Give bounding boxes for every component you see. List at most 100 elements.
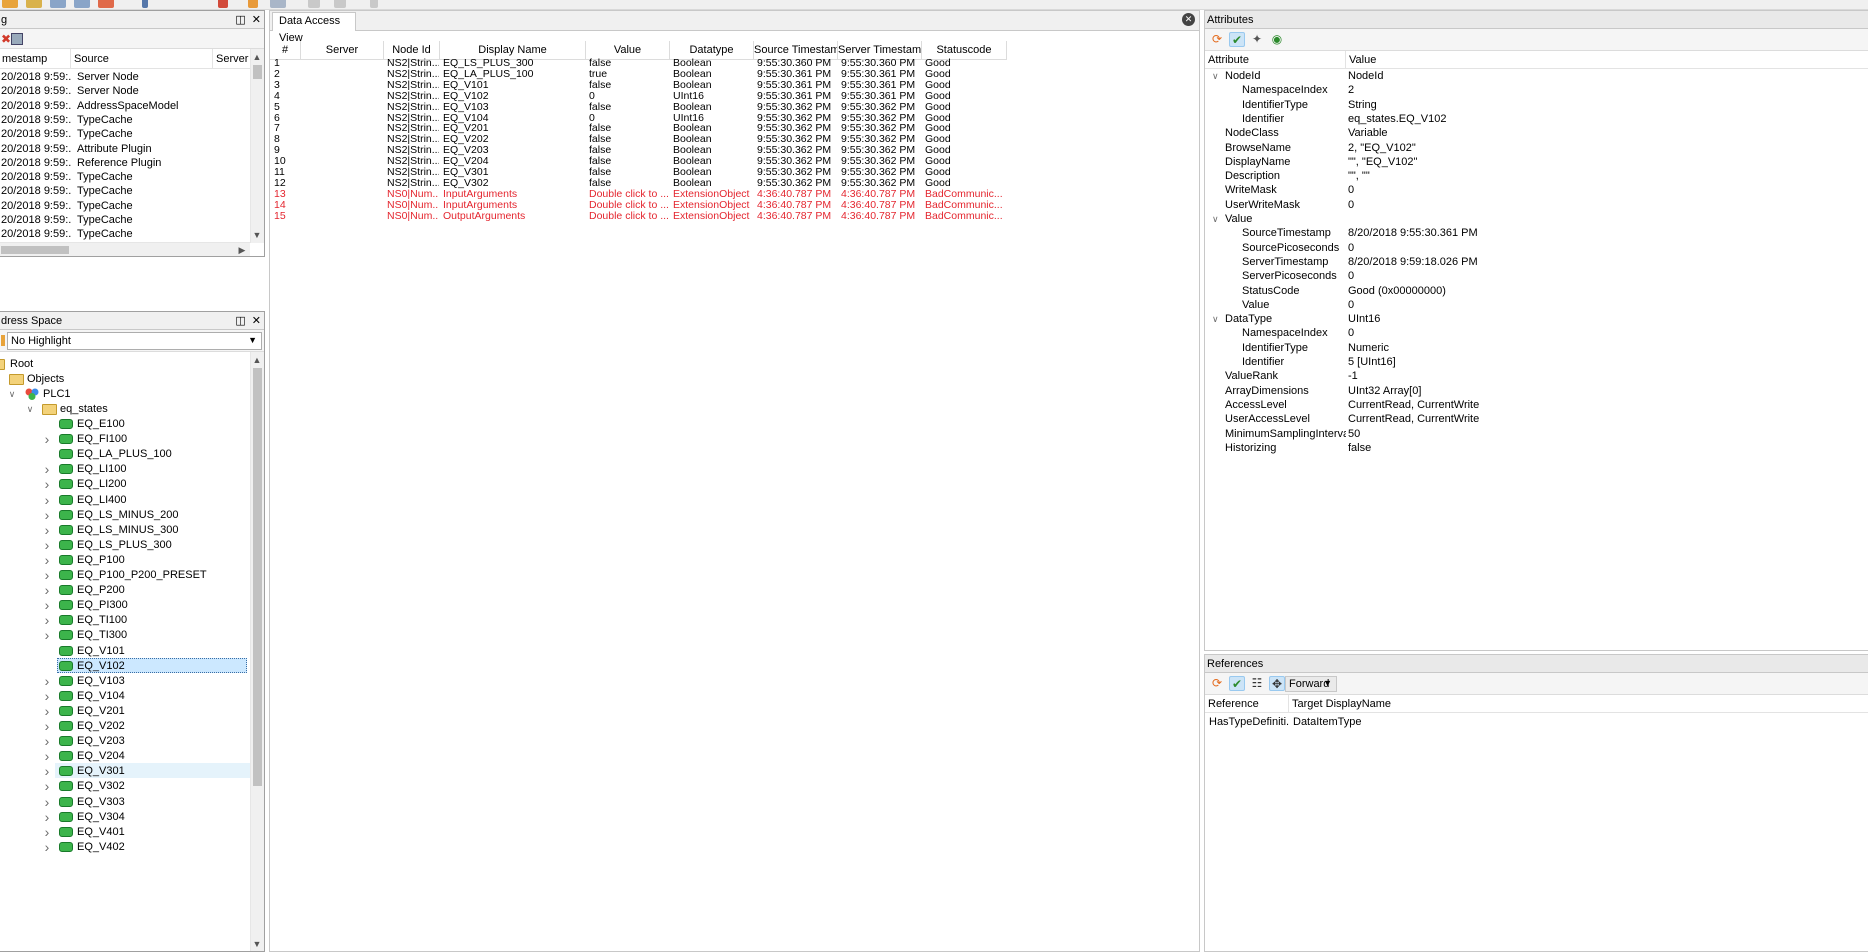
document-icon[interactable] (308, 0, 320, 8)
connect-icon[interactable] (2, 0, 18, 8)
save-log-icon[interactable] (11, 33, 23, 45)
attribute-row[interactable]: Identifier eq_states.EQ_V102 (1205, 112, 1868, 126)
column-header[interactable]: Server (301, 41, 384, 59)
chevron-down-icon[interactable]: ∨ (6, 385, 18, 403)
log-row[interactable]: 20/2018 9:59:... Server Node (0, 84, 251, 98)
column-header[interactable]: Target DisplayName (1289, 695, 1489, 713)
column-header[interactable]: Value (1346, 51, 1646, 69)
attribute-row[interactable]: ValueRank -1 (1205, 369, 1868, 383)
log-row[interactable]: 20/2018 9:59:... TypeCache (0, 199, 251, 213)
highlight-select[interactable]: No Highlight ▼ (7, 332, 262, 350)
float-icon[interactable]: ◫ (235, 315, 245, 327)
edit-icon[interactable] (26, 0, 42, 8)
log-row[interactable]: 20/2018 9:59:... TypeCache (0, 213, 251, 227)
chevron-right-icon[interactable]: › (41, 838, 53, 856)
document-icon[interactable] (334, 0, 346, 8)
data-row[interactable]: 3 NS2|Strin... EQ_V101 false Boolean 9:55:30.… (270, 80, 1007, 91)
data-row[interactable]: 13 NS0|Num... InputArguments Double click t… (270, 189, 1007, 200)
log-row[interactable]: 20/2018 9:59:... Server Node (0, 70, 251, 84)
attribute-row[interactable]: SourcePicoseconds 0 (1205, 241, 1868, 255)
column-header[interactable]: Statuscode (922, 41, 1007, 59)
tab-data-access-view[interactable]: Data Access View (272, 12, 356, 44)
column-header[interactable]: Source (71, 49, 213, 69)
attribute-row[interactable]: StatusCode Good (0x00000000) (1205, 284, 1868, 298)
attribute-row[interactable]: DisplayName "", "EQ_V102" (1205, 155, 1868, 169)
cursor-icon[interactable]: ✦ (1249, 32, 1265, 47)
clear-log-icon[interactable]: ✖ (1, 32, 11, 46)
chevron-down-icon[interactable]: ▼ (1323, 678, 1332, 688)
data-row[interactable]: 11 NS2|Strin... EQ_V301 false Boolean 9:55:30… (270, 167, 1007, 178)
log-row[interactable]: 20/2018 9:59:... Attribute Plugin (0, 142, 251, 156)
record-icon[interactable] (98, 0, 114, 8)
log-hscrollbar[interactable]: ▶ (0, 242, 250, 256)
refresh-icon[interactable]: ⟳ (1209, 32, 1225, 47)
data-row[interactable]: 9 NS2|Strin... EQ_V203 false Boolean 9:55:30.… (270, 145, 1007, 156)
column-header[interactable]: mestamp (0, 49, 71, 69)
log-vscrollbar[interactable]: ▲ ▼ (250, 49, 264, 243)
attribute-row[interactable]: WriteMask 0 (1205, 183, 1868, 197)
attribute-row[interactable]: AccessLevel CurrentRead, CurrentWrite (1205, 398, 1868, 412)
scroll-down-icon[interactable]: ▼ (251, 229, 263, 241)
attribute-row[interactable]: SourceTimestamp 8/20/2018 9:55:30.361 PM (1205, 226, 1868, 240)
close-icon[interactable] (218, 0, 228, 8)
data-row[interactable]: 7 NS2|Strin... EQ_V201 false Boolean 9:55:30.… (270, 123, 1007, 134)
data-row[interactable]: 10 NS2|Strin... EQ_V204 false Boolean 9:55:30… (270, 156, 1007, 167)
close-icon[interactable]: ✕ (252, 315, 261, 327)
scroll-thumb[interactable] (253, 368, 262, 786)
direction-select[interactable]: Forward ▼ (1285, 676, 1337, 692)
log-row[interactable]: 20/2018 9:59:... TypeCache (0, 127, 251, 141)
scroll-thumb[interactable] (1, 246, 69, 254)
tree-node[interactable]: › EQ_V402 (0, 838, 251, 856)
log-row[interactable]: 20/2018 9:59:... TypeCache (0, 170, 251, 184)
reference-row[interactable]: HasTypeDefiniti... DataItemType (1205, 715, 1868, 729)
attribute-row[interactable]: Description "", "" (1205, 169, 1868, 183)
column-header[interactable]: # (270, 41, 301, 59)
attribute-row[interactable]: UserWriteMask 0 (1205, 198, 1868, 212)
column-header[interactable]: Display Name (440, 41, 586, 59)
column-header[interactable]: Server (213, 49, 253, 69)
column-header[interactable]: Reference (1205, 695, 1289, 713)
scroll-thumb[interactable] (253, 65, 262, 79)
tree-vscrollbar[interactable]: ▲ ▼ (250, 352, 264, 951)
float-icon[interactable]: ◫ (235, 14, 245, 26)
data-row[interactable]: 1 NS2|Strin... EQ_LS_PLUS_300 false Boolean 9… (270, 58, 1007, 69)
attribute-row[interactable]: IdentifierType String (1205, 98, 1868, 112)
scroll-right-icon[interactable]: ▶ (236, 244, 248, 256)
attribute-row[interactable]: ArrayDimensions UInt32 Array[0] (1205, 384, 1868, 398)
check-icon[interactable]: ✔ (1229, 32, 1245, 47)
data-row[interactable]: 12 NS2|Strin... EQ_V302 false Boolean 9:55:30… (270, 178, 1007, 189)
attribute-row[interactable]: ∨ NodeId NodeId (1205, 69, 1868, 83)
attribute-row[interactable]: ServerTimestamp 8/20/2018 9:59:18.026 PM (1205, 255, 1868, 269)
scroll-up-icon[interactable]: ▲ (251, 51, 263, 63)
scroll-up-icon[interactable]: ▲ (251, 354, 263, 366)
chevron-down-icon[interactable]: ∨ (1212, 212, 1219, 226)
attribute-row[interactable]: NamespaceIndex 2 (1205, 83, 1868, 97)
attribute-row[interactable]: MinimumSamplingInterval 50 (1205, 427, 1868, 441)
log-row[interactable]: 20/2018 9:59:... TypeCache (0, 113, 251, 127)
document-icon[interactable] (50, 0, 66, 8)
attribute-row[interactable]: Value 0 (1205, 298, 1868, 312)
log-row[interactable]: 20/2018 9:59:... TypeCache (0, 184, 251, 198)
move-icon[interactable]: ✥ (1269, 676, 1285, 691)
attribute-row[interactable]: NamespaceIndex 0 (1205, 326, 1868, 340)
chevron-down-icon[interactable]: ▼ (248, 335, 257, 345)
column-header[interactable]: Datatype (670, 41, 754, 59)
close-icon[interactable]: ✕ (252, 14, 261, 26)
data-row[interactable]: 6 NS2|Strin... EQ_V104 0 UInt16 9:55:30.362 P… (270, 113, 1007, 124)
tool-icon[interactable] (248, 0, 258, 8)
attribute-row[interactable]: ServerPicoseconds 0 (1205, 269, 1868, 283)
attribute-row[interactable]: ∨ Value (1205, 212, 1868, 226)
scroll-down-icon[interactable]: ▼ (251, 938, 263, 950)
check-icon[interactable]: ✔ (1229, 676, 1245, 691)
data-row[interactable]: 4 NS2|Strin... EQ_V102 0 UInt16 9:55:30.361 P… (270, 91, 1007, 102)
data-row[interactable]: 15 NS0|Num... OutputArguments Double click … (270, 211, 1007, 222)
chevron-down-icon[interactable]: ∨ (1212, 312, 1219, 326)
attribute-row[interactable]: NodeClass Variable (1205, 126, 1868, 140)
column-header[interactable]: Value (586, 41, 670, 59)
view-icon[interactable] (270, 0, 286, 8)
data-row[interactable]: 5 NS2|Strin... EQ_V103 false Boolean 9:55:30.… (270, 102, 1007, 113)
refresh-icon[interactable]: ⟳ (1209, 676, 1225, 691)
monitor-icon[interactable]: ◉ (1269, 32, 1285, 47)
attribute-row[interactable]: IdentifierType Numeric (1205, 341, 1868, 355)
column-header[interactable]: Source Timestamp (754, 41, 838, 59)
